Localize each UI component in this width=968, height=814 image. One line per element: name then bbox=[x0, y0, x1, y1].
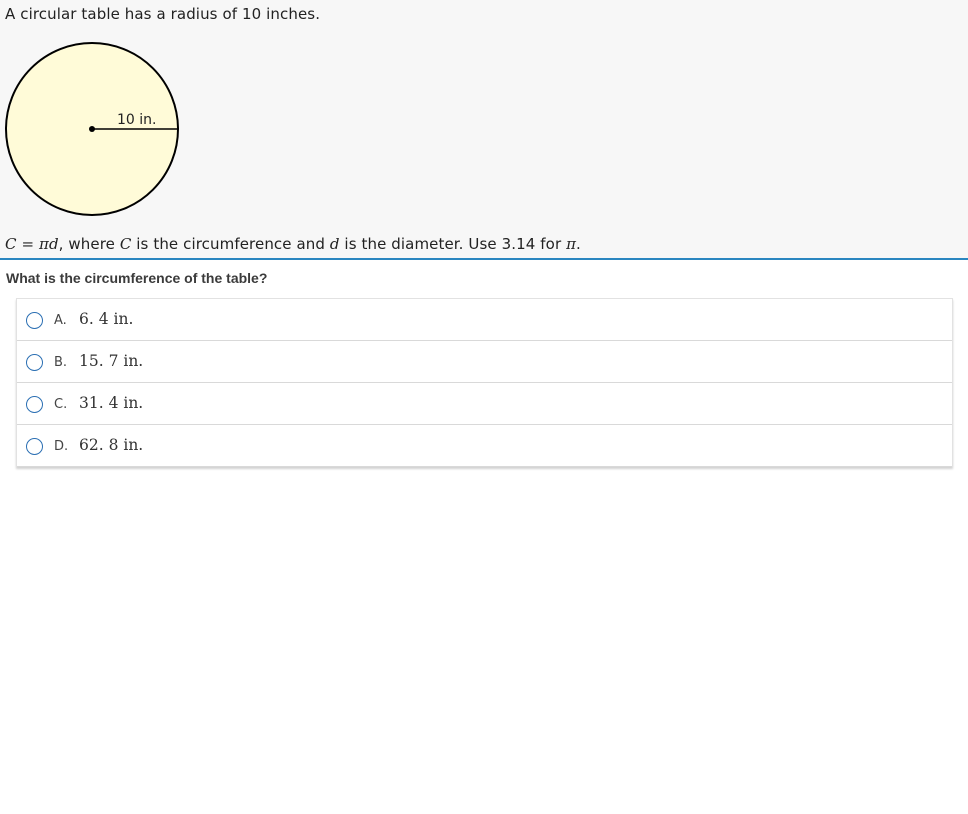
formula-text-1: , where bbox=[58, 235, 120, 253]
formula-text-2: is the circumference and bbox=[131, 235, 330, 253]
radio-button-icon[interactable] bbox=[26, 438, 43, 455]
problem-intro: A circular table has a radius of 10 inch… bbox=[5, 5, 321, 23]
choice-value: 6. 4 in. bbox=[79, 310, 134, 328]
choice-value: 62. 8 in. bbox=[79, 436, 144, 454]
formula-var-d: d bbox=[48, 235, 59, 253]
formula-var-c: C bbox=[5, 235, 17, 253]
formula-end: . bbox=[576, 235, 581, 253]
radio-button-icon[interactable] bbox=[26, 354, 43, 371]
radio-button-icon[interactable] bbox=[26, 312, 43, 329]
formula-var-c-2: C bbox=[119, 235, 132, 253]
formula-pi: π bbox=[38, 235, 49, 253]
question-prompt: What is the circumference of the table? bbox=[6, 270, 268, 286]
center-point bbox=[89, 126, 95, 132]
radius-label: 10 in. bbox=[117, 112, 156, 128]
formula-pi-2: π bbox=[566, 235, 577, 253]
choice-d[interactable]: D. 62. 8 in. bbox=[17, 425, 952, 467]
choice-letter: B. bbox=[54, 355, 68, 370]
formula-text-3: is the diameter. Use 3.14 for bbox=[339, 235, 567, 253]
circle-diagram: 10 in. bbox=[5, 42, 179, 216]
formula-line: C = πd, where C is the circumference and… bbox=[5, 235, 581, 253]
choice-value: 31. 4 in. bbox=[79, 394, 144, 412]
choice-value: 15. 7 in. bbox=[79, 352, 144, 370]
choice-a[interactable]: A. 6. 4 in. bbox=[17, 299, 952, 341]
choice-letter: C. bbox=[54, 397, 68, 412]
choice-letter: D. bbox=[54, 439, 69, 454]
choice-letter: A. bbox=[54, 313, 67, 328]
choice-b[interactable]: B. 15. 7 in. bbox=[17, 341, 952, 383]
formula-equals: = bbox=[16, 235, 39, 253]
circle-figure: 10 in. bbox=[0, 38, 190, 222]
choice-c[interactable]: C. 31. 4 in. bbox=[17, 383, 952, 425]
stimulus-panel: A circular table has a radius of 10 inch… bbox=[0, 0, 968, 260]
formula-var-d-2: d bbox=[329, 235, 340, 253]
answer-choices: A. 6. 4 in. B. 15. 7 in. C. 31. 4 in. D.… bbox=[16, 298, 953, 467]
radio-button-icon[interactable] bbox=[26, 396, 43, 413]
